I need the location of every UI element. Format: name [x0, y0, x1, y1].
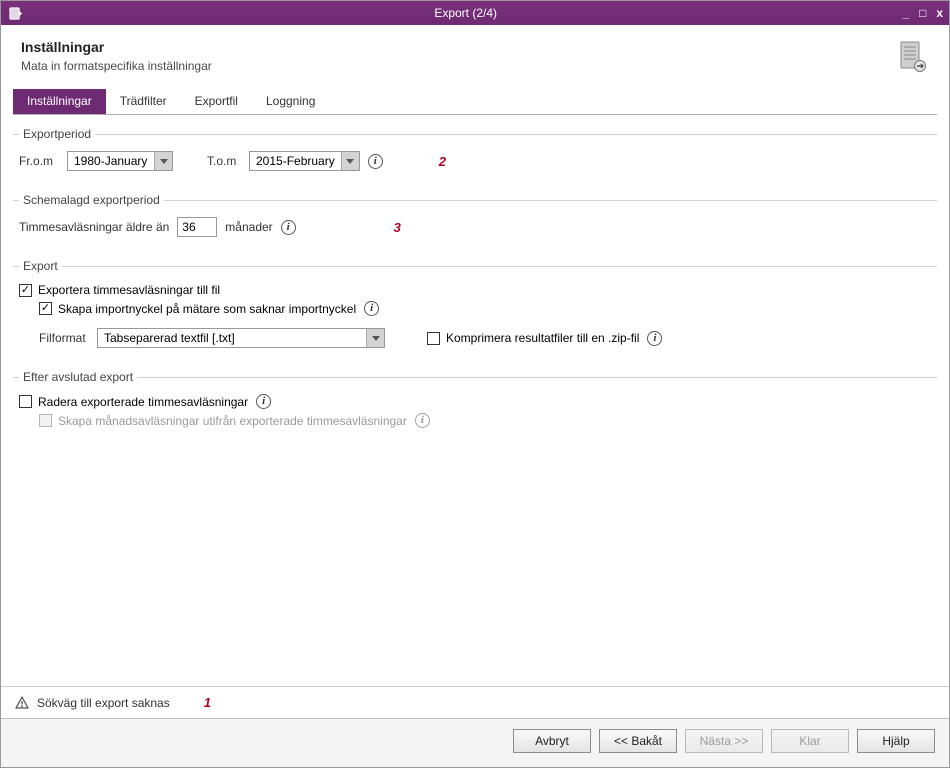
- chevron-down-icon: [341, 152, 359, 170]
- checkbox-export-to-file[interactable]: ✓ Exportera timmesavläsningar till fil: [19, 283, 220, 297]
- minimize-button[interactable]: _: [902, 7, 909, 19]
- checkbox-create-monthly: Skapa månadsavläsningar utifrån exporter…: [39, 414, 407, 428]
- checkbox-compress-zip[interactable]: Komprimera resultatfiler till en .zip-fi…: [427, 331, 639, 345]
- to-value: 2015-February: [250, 152, 341, 170]
- export-wizard-window: Export (2/4) _ □ x Inställningar Mata in…: [0, 0, 950, 768]
- page-title: Inställningar: [21, 39, 212, 55]
- info-icon[interactable]: i: [364, 301, 379, 316]
- content-area: Inställningar Mata in formatspecifika in…: [1, 25, 949, 767]
- tabs: Inställningar Trädfilter Exportfil Loggn…: [13, 89, 937, 115]
- maximize-button[interactable]: □: [919, 7, 926, 19]
- warning-text: Sökväg till export saknas: [37, 696, 170, 710]
- exportperiod-legend: Exportperiod: [19, 127, 95, 141]
- checkbox-icon: [19, 395, 32, 408]
- info-icon[interactable]: i: [647, 331, 662, 346]
- cancel-button[interactable]: Avbryt: [513, 729, 591, 753]
- annotation-3: 3: [394, 220, 401, 235]
- help-button[interactable]: Hjälp: [857, 729, 935, 753]
- close-button[interactable]: x: [936, 7, 943, 19]
- checkbox-icon: [427, 332, 440, 345]
- checkbox-delete-exported[interactable]: Radera exporterade timmesavläsningar: [19, 395, 248, 409]
- chevron-down-icon: [366, 329, 384, 347]
- older-than-label: Timmesavläsningar äldre än: [19, 220, 169, 234]
- filformat-select[interactable]: Tabseparerad textfil [.txt]: [97, 328, 385, 348]
- window-controls: _ □ x: [902, 7, 943, 19]
- annotation-1: 1: [204, 695, 211, 710]
- group-export: Export ✓ Exportera timmesavläsningar til…: [13, 259, 937, 360]
- info-icon: i: [415, 413, 430, 428]
- page-subtitle: Mata in formatspecifika inställningar: [21, 59, 212, 73]
- checkbox-label: Radera exporterade timmesavläsningar: [38, 395, 248, 409]
- back-button[interactable]: << Bakåt: [599, 729, 677, 753]
- checkbox-create-importkey[interactable]: ✓ Skapa importnyckel på mätare som sakna…: [39, 302, 356, 316]
- check-icon: ✓: [39, 302, 52, 315]
- group-exportperiod: Exportperiod Fr.o.m 1980-January T.o.m 2…: [13, 127, 937, 183]
- body-area: Inställningar Trädfilter Exportfil Loggn…: [1, 83, 949, 686]
- tab-tradfilter[interactable]: Trädfilter: [106, 89, 181, 114]
- months-input[interactable]: [177, 217, 217, 237]
- finish-button: Klar: [771, 729, 849, 753]
- tab-loggning[interactable]: Loggning: [252, 89, 329, 114]
- from-select[interactable]: 1980-January: [67, 151, 173, 171]
- group-schemalagd: Schemalagd exportperiod Timmesavläsninga…: [13, 193, 937, 249]
- info-icon[interactable]: i: [368, 154, 383, 169]
- checkbox-label: Komprimera resultatfiler till en .zip-fi…: [446, 331, 639, 345]
- warning-bar: Sökväg till export saknas 1: [1, 686, 949, 718]
- schemalagd-legend: Schemalagd exportperiod: [19, 193, 164, 207]
- months-label: månader: [225, 220, 272, 234]
- info-icon[interactable]: i: [256, 394, 271, 409]
- wizard-header-text: Inställningar Mata in formatspecifika in…: [21, 39, 212, 73]
- filformat-value: Tabseparerad textfil [.txt]: [98, 329, 366, 347]
- next-button: Nästa >>: [685, 729, 763, 753]
- filformat-label: Filformat: [39, 331, 89, 345]
- wizard-footer: Avbryt << Bakåt Nästa >> Klar Hjälp: [1, 718, 949, 767]
- checkbox-label: Skapa importnyckel på mätare som saknar …: [58, 302, 356, 316]
- tab-installningar[interactable]: Inställningar: [13, 89, 106, 114]
- checkbox-label: Skapa månadsavläsningar utifrån exporter…: [58, 414, 407, 428]
- tab-exportfil[interactable]: Exportfil: [181, 89, 252, 114]
- group-after-export: Efter avslutad export Radera exporterade…: [13, 370, 937, 440]
- to-select[interactable]: 2015-February: [249, 151, 360, 171]
- checkbox-icon: [39, 414, 52, 427]
- export-large-icon: [897, 39, 929, 73]
- form-area: Exportperiod Fr.o.m 1980-January T.o.m 2…: [13, 115, 937, 686]
- check-icon: ✓: [19, 284, 32, 297]
- from-label: Fr.o.m: [19, 154, 59, 168]
- app-icon: [7, 5, 23, 21]
- checkbox-label: Exportera timmesavläsningar till fil: [38, 283, 220, 297]
- window-title: Export (2/4): [29, 6, 902, 20]
- wizard-header: Inställningar Mata in formatspecifika in…: [1, 25, 949, 83]
- annotation-2: 2: [439, 154, 446, 169]
- info-icon[interactable]: i: [281, 220, 296, 235]
- chevron-down-icon: [154, 152, 172, 170]
- after-export-legend: Efter avslutad export: [19, 370, 137, 384]
- to-label: T.o.m: [207, 154, 241, 168]
- from-value: 1980-January: [68, 152, 154, 170]
- warning-icon: [15, 696, 29, 710]
- titlebar[interactable]: Export (2/4) _ □ x: [1, 1, 949, 25]
- export-legend: Export: [19, 259, 62, 273]
